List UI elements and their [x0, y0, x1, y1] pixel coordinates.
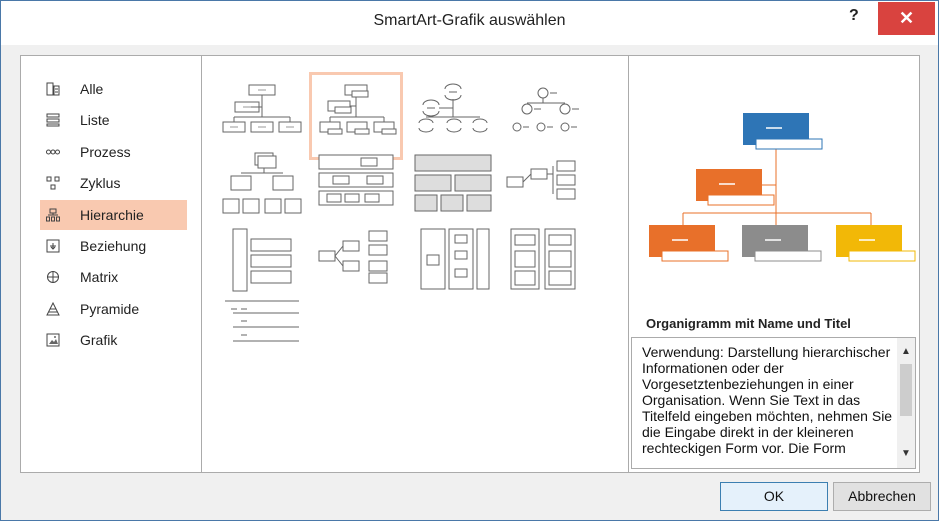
hierarchy-icon — [46, 208, 60, 222]
picture-icon — [46, 333, 60, 347]
category-item-beziehung[interactable]: Beziehung — [40, 231, 206, 261]
category-item-hierarchie[interactable]: Hierarchie — [40, 200, 187, 230]
scrollbar-thumb[interactable] — [900, 364, 912, 416]
process-icon — [46, 145, 60, 159]
cancel-button[interactable]: Abbrechen — [833, 482, 931, 511]
category-item-alle[interactable]: Alle — [40, 74, 206, 104]
preview-title: Organigramm mit Name und Titel — [646, 316, 851, 331]
category-item-pyramide[interactable]: Pyramide — [40, 294, 206, 324]
category-label: Alle — [80, 81, 104, 97]
dialog-title: SmartArt-Grafik auswählen — [373, 12, 566, 29]
category-label: Hierarchie — [80, 207, 144, 223]
category-item-prozess[interactable]: Prozess — [40, 137, 206, 167]
category-label: Prozess — [80, 144, 131, 160]
description-scrollbar[interactable]: ▲ ▼ — [897, 338, 915, 468]
all-icon — [46, 82, 60, 96]
help-button[interactable]: ? — [849, 7, 859, 25]
pyramid-icon — [46, 301, 60, 316]
close-button[interactable]: ✕ — [878, 2, 935, 35]
description-text: Verwendung: Darstellung hierarchischer I… — [642, 344, 893, 456]
layout-thumbnail-zeilenhierarchie[interactable] — [215, 287, 309, 375]
layout-thumbnail-hierarchie-liste-vertikal[interactable] — [407, 215, 501, 303]
category-label: Zyklus — [80, 175, 121, 191]
category-item-liste[interactable]: Liste — [40, 105, 206, 135]
ok-button[interactable]: OK — [720, 482, 828, 511]
category-item-grafik[interactable]: Grafik — [40, 325, 206, 355]
category-label: Matrix — [80, 269, 119, 285]
org-chart-preview — [649, 113, 916, 262]
layout-thumbnail-tabellenliste[interactable] — [501, 215, 595, 303]
title-bar: SmartArt-Grafik auswählen ? ✕ — [1, 1, 938, 45]
category-label: Grafik — [80, 332, 118, 348]
list-icon — [46, 113, 60, 127]
category-label: Beziehung — [80, 238, 147, 254]
relationship-icon — [46, 239, 60, 253]
scroll-down-icon[interactable]: ▼ — [901, 448, 911, 459]
preview-diagram — [646, 101, 916, 276]
layout-thumbnail-horizontale-organigramm[interactable] — [309, 215, 403, 303]
category-item-zyklus[interactable]: Zyklus — [40, 168, 206, 198]
category-label: Liste — [80, 112, 110, 128]
description-box[interactable]: Verwendung: Darstellung hierarchischer I… — [631, 337, 916, 469]
smartart-dialog: SmartArt-Grafik auswählen ? ✕ Alle Liste… — [0, 0, 939, 521]
scroll-up-icon[interactable]: ▲ — [901, 346, 911, 357]
matrix-icon — [46, 270, 60, 284]
category-label: Pyramide — [80, 301, 140, 317]
cycle-icon — [46, 176, 60, 190]
category-item-matrix[interactable]: Matrix — [40, 262, 206, 292]
